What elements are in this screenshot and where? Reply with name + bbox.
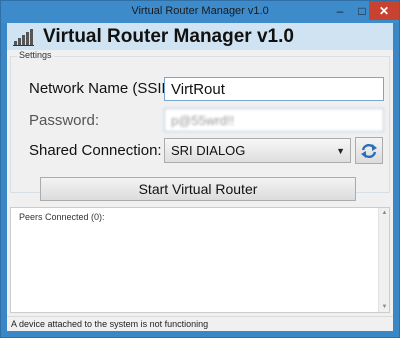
peers-connected-label: Peers Connected (0): bbox=[19, 212, 105, 222]
start-virtual-router-button[interactable]: Start Virtual Router bbox=[40, 177, 356, 201]
refresh-button[interactable] bbox=[355, 137, 383, 164]
close-button[interactable]: ✕ bbox=[369, 1, 399, 20]
settings-legend: Settings bbox=[17, 50, 54, 60]
shared-connection-value: SRI DIALOG bbox=[171, 143, 246, 158]
settings-group: Settings Network Name (SSID): Password: … bbox=[10, 50, 390, 193]
ssid-label: Network Name (SSID): bbox=[29, 80, 182, 97]
peers-list[interactable]: Peers Connected (0): ▲ ▼ bbox=[10, 207, 390, 313]
app-header: Virtual Router Manager v1.0 bbox=[7, 23, 393, 50]
title-bar[interactable]: Virtual Router Manager v1.0 – □ ✕ bbox=[1, 1, 399, 23]
peers-scrollbar[interactable]: ▲ ▼ bbox=[378, 208, 389, 312]
status-text: A device attached to the system is not f… bbox=[11, 319, 209, 329]
signal-bars-icon bbox=[13, 29, 34, 46]
minimize-button[interactable]: – bbox=[329, 1, 351, 21]
app-title: Virtual Router Manager v1.0 bbox=[43, 26, 294, 47]
ssid-input[interactable] bbox=[164, 77, 384, 101]
refresh-icon bbox=[361, 143, 377, 158]
app-window: Virtual Router Manager v1.0 – □ ✕ Virtua… bbox=[0, 0, 400, 338]
password-label: Password: bbox=[29, 112, 100, 129]
scroll-up-icon[interactable]: ▲ bbox=[380, 210, 389, 216]
chevron-down-icon: ▼ bbox=[336, 146, 345, 156]
password-input[interactable] bbox=[164, 108, 384, 132]
shared-connection-select[interactable]: SRI DIALOG ▼ bbox=[164, 138, 351, 163]
status-bar: A device attached to the system is not f… bbox=[7, 316, 393, 331]
client-area: Virtual Router Manager v1.0 Settings Net… bbox=[7, 23, 393, 331]
scroll-down-icon[interactable]: ▼ bbox=[380, 304, 389, 310]
shared-connection-label: Shared Connection: bbox=[29, 142, 162, 159]
